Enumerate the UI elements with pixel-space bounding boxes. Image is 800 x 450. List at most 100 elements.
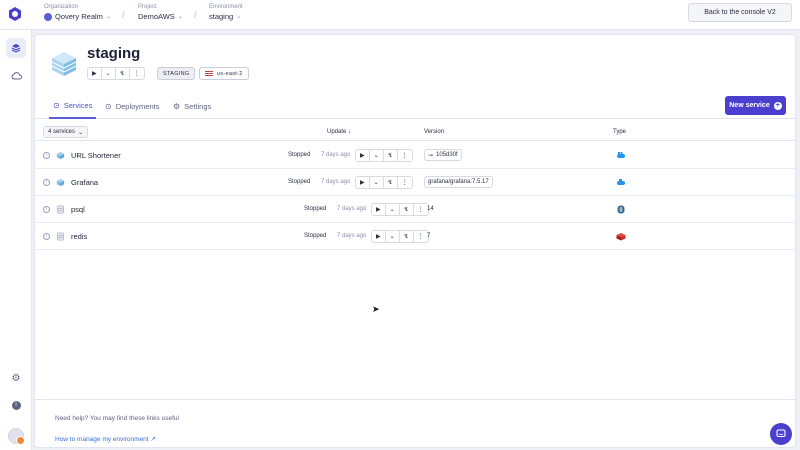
version-badge: 7 — [424, 230, 433, 242]
status-text: Stopped — [288, 179, 311, 185]
sidebar-clusters-button[interactable] — [6, 65, 26, 85]
organization-value: Qovery Realm — [55, 12, 103, 21]
project-label: Project — [138, 4, 157, 10]
services-count-dropdown[interactable]: 4 services ⌄ — [43, 126, 89, 138]
version-badge: ⊸ 105d30f — [424, 149, 462, 161]
redis-icon — [616, 233, 626, 241]
mouse-cursor-icon: ➤ — [372, 304, 380, 314]
play-icon[interactable]: ▶ — [88, 68, 101, 79]
more-options-icon[interactable]: ⋮ — [128, 68, 144, 79]
page-title: staging — [87, 45, 141, 62]
deploy-log-icon[interactable]: ↯ — [382, 177, 397, 188]
tab-bar: ⊙ Services ⊙ Deployments ⚙ Settings — [35, 93, 795, 119]
deploy-log-icon[interactable]: ↯ — [398, 231, 413, 242]
table-row[interactable]: › Grafana Stopped 7 days ago ▶ ⌄ ↯ ⋮ grafan… — [35, 169, 795, 196]
service-actions: ▶ ⌄ ↯ ⋮ — [355, 149, 413, 162]
tab-services[interactable]: ⊙ Services — [49, 93, 97, 119]
chevron-down-icon[interactable]: ⌄ — [368, 150, 383, 161]
service-name[interactable]: psql — [71, 205, 85, 214]
status-text: Stopped — [304, 233, 327, 239]
main-panel: staging ▶ ⌄ ↯ ⋮ STAGING us-east-2 ⊙ Serv… — [34, 34, 796, 448]
region-value: us-east-2 — [217, 70, 243, 77]
service-name[interactable]: redis — [71, 232, 87, 241]
expand-icon[interactable]: › — [43, 179, 50, 186]
services-count-label: 4 services — [48, 129, 76, 135]
service-name[interactable]: URL Shortener — [71, 151, 121, 160]
help-text: Need help? You may find these links usef… — [55, 415, 179, 422]
deploy-log-icon[interactable]: ↯ — [114, 68, 129, 79]
docker-icon — [617, 152, 625, 158]
chevron-down-icon: ⌄ — [236, 14, 242, 20]
sidebar-info-button[interactable]: i — [6, 395, 26, 415]
breadcrumb-separator: / — [194, 10, 197, 20]
deployments-icon: ⊙ — [105, 101, 112, 111]
play-icon[interactable]: ▶ — [356, 177, 369, 188]
chat-support-button[interactable] — [770, 423, 792, 445]
chevron-down-icon[interactable]: ⌄ — [368, 177, 383, 188]
sidebar-settings-button[interactable]: ⚙ — [6, 368, 26, 388]
chevron-down-icon: ⌄ — [78, 129, 84, 136]
status-text: Stopped — [304, 206, 327, 212]
tab-settings[interactable]: ⚙ Settings — [173, 93, 211, 119]
help-link[interactable]: How to manage my environment ↗ — [55, 435, 156, 443]
chevron-down-icon[interactable]: ⌄ — [384, 204, 399, 215]
application-icon — [56, 151, 65, 160]
organization-label: Organization — [44, 4, 79, 10]
database-icon — [57, 205, 64, 214]
new-service-button[interactable]: New service + — [725, 96, 786, 115]
environment-cube-icon — [51, 52, 77, 76]
deploy-log-icon[interactable]: ↯ — [382, 150, 397, 161]
table-row[interactable]: › URL Shortener Stopped 7 days ago ▶ ⌄ ↯ ⋮ … — [35, 142, 795, 169]
docker-icon — [617, 179, 625, 185]
back-to-console-button[interactable]: Back to the console V2 — [688, 3, 792, 22]
breadcrumb-environment[interactable]: Environment staging ⌄ — [209, 4, 243, 21]
environment-label: Environment — [209, 4, 243, 10]
deploy-log-icon[interactable]: ↯ — [398, 204, 413, 215]
region-badge: us-east-2 — [199, 67, 249, 80]
user-avatar[interactable] — [8, 428, 25, 445]
version-value: grafana/grafana:7.5.17 — [428, 179, 489, 185]
play-icon[interactable]: ▶ — [372, 231, 385, 242]
service-actions: ▶ ⌄ ↯ ⋮ — [371, 203, 429, 216]
column-type: Type — [613, 129, 627, 135]
application-icon — [56, 178, 65, 187]
tab-services-label: Services — [63, 100, 93, 110]
expand-icon[interactable]: › — [43, 206, 50, 213]
expand-icon[interactable]: › — [43, 233, 50, 240]
cloud-icon — [11, 71, 22, 79]
updated-text: 7 days ago — [337, 206, 367, 212]
expand-icon[interactable]: › — [43, 152, 50, 159]
tab-settings-label: Settings — [184, 101, 212, 111]
service-name[interactable]: Grafana — [71, 178, 98, 187]
version-value: 14 — [427, 206, 434, 212]
chevron-down-icon[interactable]: ⌄ — [384, 231, 399, 242]
database-icon — [57, 232, 64, 241]
breadcrumb-organization[interactable]: Organization Qovery Realm ⌄ — [44, 4, 111, 21]
sidebar-environments-button[interactable] — [6, 38, 26, 58]
left-sidebar: ⚙ i — [0, 30, 32, 450]
tab-deployments-label: Deployments — [115, 101, 160, 111]
table-row[interactable]: › psql Stopped 7 days ago ▶ ⌄ ↯ ⋮ 14 — [35, 196, 795, 223]
gear-icon: ⚙ — [11, 372, 21, 384]
service-actions: ▶ ⌄ ↯ ⋮ — [371, 230, 429, 243]
table-row[interactable]: › redis Stopped 7 days ago ▶ ⌄ ↯ ⋮ 7 — [35, 223, 795, 250]
chevron-down-icon[interactable]: ⌄ — [100, 68, 115, 79]
top-bar: Organization Qovery Realm ⌄ / Project De… — [0, 0, 800, 30]
tab-deployments[interactable]: ⊙ Deployments — [105, 93, 159, 119]
qovery-logo-icon[interactable] — [7, 6, 23, 22]
breadcrumb-project[interactable]: Project DemoAWS ⌄ — [138, 4, 183, 21]
environment-mode-badge: STAGING — [157, 67, 196, 80]
column-version: Version — [424, 129, 445, 135]
version-badge: 14 — [424, 203, 437, 215]
table-header: 4 services ⌄ Update ↓ Version Type — [35, 125, 795, 141]
service-actions: ▶ ⌄ ↯ ⋮ — [355, 176, 413, 189]
more-options-icon[interactable]: ⋮ — [396, 177, 412, 188]
external-link-icon: ↗ — [150, 436, 156, 443]
postgresql-icon — [617, 205, 625, 214]
commit-icon: ⊸ — [428, 152, 434, 159]
play-icon[interactable]: ▶ — [356, 150, 369, 161]
column-update[interactable]: Update ↓ — [327, 129, 351, 135]
play-icon[interactable]: ▶ — [372, 204, 385, 215]
organization-icon — [44, 12, 52, 21]
more-options-icon[interactable]: ⋮ — [396, 150, 412, 161]
